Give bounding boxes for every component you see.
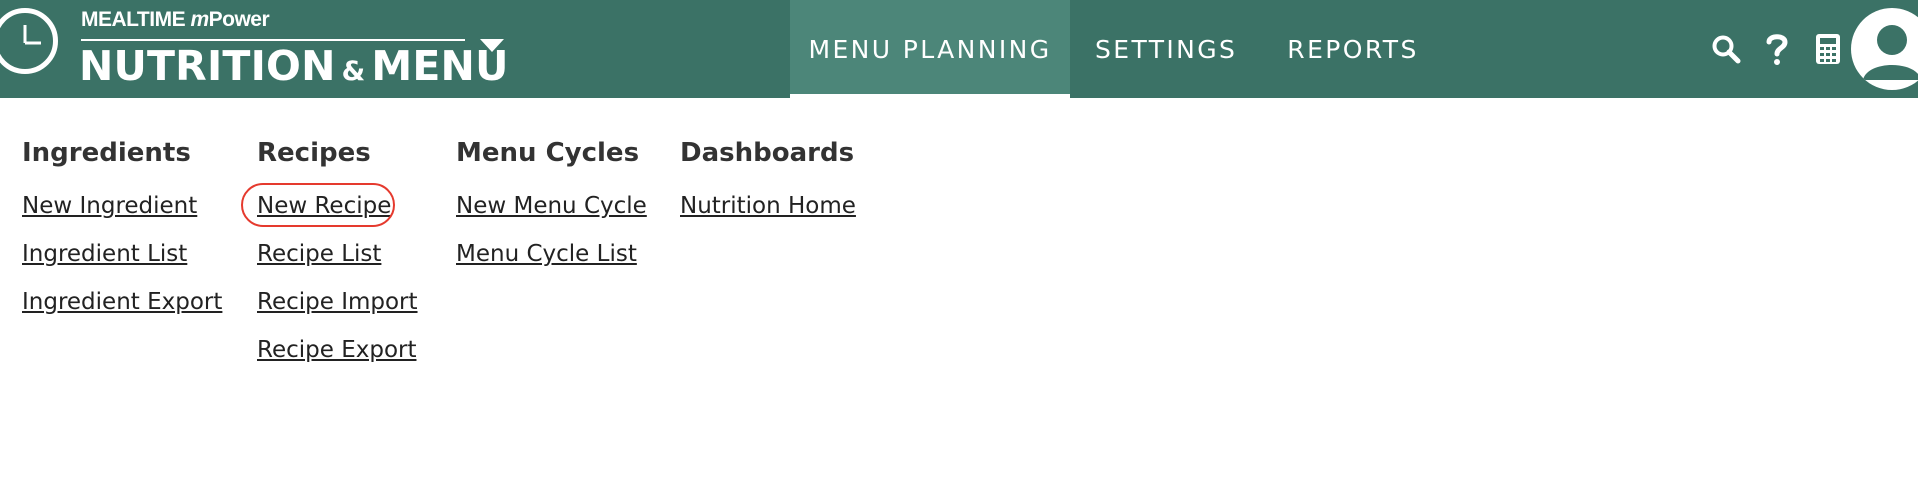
- mega-menu-dropdown: Ingredients New Ingredient Ingredient Li…: [0, 98, 1918, 496]
- tab-reports[interactable]: REPORTS: [1262, 0, 1443, 98]
- brand-divider: [81, 39, 465, 41]
- link-menu-cycle-list[interactable]: Menu Cycle List: [456, 241, 637, 267]
- brand-module-name: NUTRITION & MENU: [79, 42, 509, 90]
- brand-product-name: MEALTIME mPower: [81, 8, 270, 31]
- link-ingredient-export[interactable]: Ingredient Export: [22, 289, 222, 315]
- link-recipe-import[interactable]: Recipe Import: [257, 289, 418, 315]
- menu-column-ingredients: Ingredients New Ingredient Ingredient Li…: [22, 138, 222, 315]
- calculator-icon[interactable]: [1802, 0, 1853, 98]
- search-icon[interactable]: [1700, 0, 1751, 98]
- menu-column-dashboards: Dashboards Nutrition Home: [680, 138, 856, 219]
- link-new-ingredient[interactable]: New Ingredient: [22, 193, 197, 219]
- main-nav-tabs: MENU PLANNING SETTINGS REPORTS: [790, 0, 1444, 98]
- tab-settings[interactable]: SETTINGS: [1070, 0, 1262, 98]
- link-recipe-export[interactable]: Recipe Export: [257, 337, 416, 363]
- link-nutrition-home[interactable]: Nutrition Home: [680, 193, 856, 219]
- clock-logo-icon: [0, 8, 58, 74]
- help-icon[interactable]: [1751, 0, 1802, 98]
- tab-menu-planning[interactable]: MENU PLANNING: [790, 0, 1070, 98]
- menu-heading-recipes: Recipes: [257, 138, 371, 168]
- menu-column-menu-cycles: Menu Cycles New Menu Cycle Menu Cycle Li…: [456, 138, 647, 267]
- menu-heading-ingredients: Ingredients: [22, 138, 191, 168]
- link-new-menu-cycle[interactable]: New Menu Cycle: [456, 193, 647, 219]
- menu-column-recipes: Recipes New Recipe Recipe List Recipe Im…: [241, 138, 418, 363]
- module-switcher-caret-icon[interactable]: [480, 39, 504, 52]
- menu-heading-menu-cycles: Menu Cycles: [456, 138, 640, 168]
- header-tools: [1700, 0, 1853, 98]
- link-recipe-list[interactable]: Recipe List: [257, 241, 381, 267]
- menu-heading-dashboards: Dashboards: [680, 138, 855, 168]
- link-new-recipe[interactable]: New Recipe: [257, 193, 391, 219]
- top-navigation-bar: MEALTIME mPower NUTRITION & MENU MENU PLAN…: [0, 0, 1918, 98]
- link-ingredient-list[interactable]: Ingredient List: [22, 241, 187, 267]
- user-avatar-icon[interactable]: [1851, 8, 1918, 90]
